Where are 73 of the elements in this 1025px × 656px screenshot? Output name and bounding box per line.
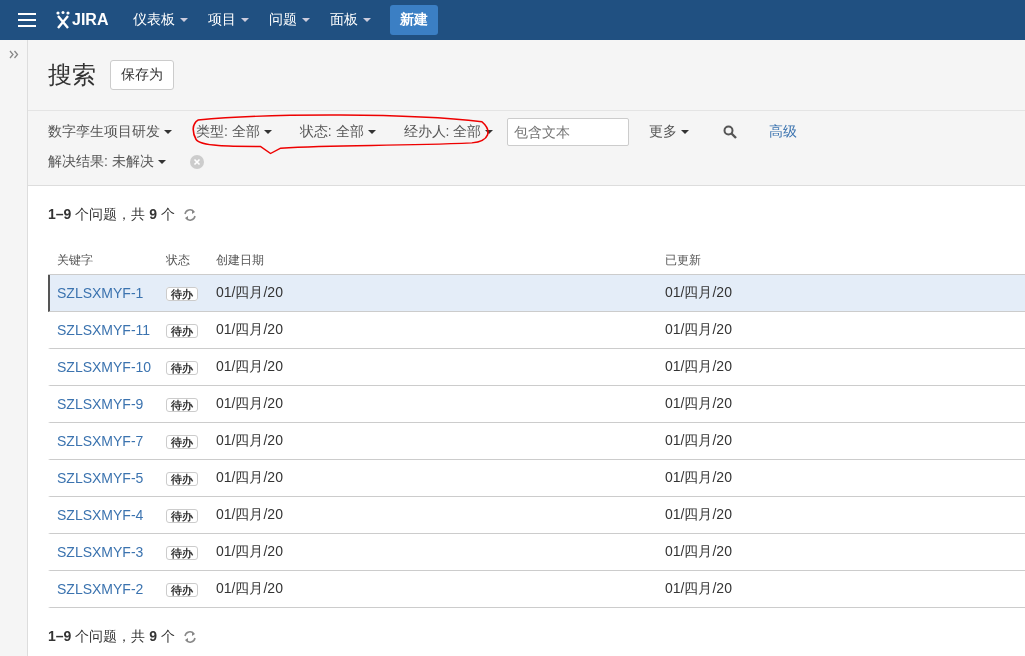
text-search-field[interactable]: 包含文本 [507,118,630,146]
table-cell-text: 01/四月/20 [216,506,284,524]
nav-menu[interactable]: 仪表板 [126,11,196,29]
table-row[interactable]: SZLSXMYF-10 待办 01/四月/20 01/四月/20 [48,349,1025,386]
issue-key-link[interactable]: SZLSXMYF-4 [50,507,166,523]
issue-count: 1–9 个问题，共 9 个 [48,628,175,646]
search-icon[interactable] [723,125,738,139]
table-cell-text: 01/四月/20 [216,284,284,302]
status-lozenge: 待办 [166,286,198,301]
advanced-link[interactable]: 高级 [769,123,798,141]
status-lozenge: 待办 [166,397,198,412]
table-cell-text: 01/四月/20 [216,580,284,598]
column-header[interactable]: 创建日期 [216,251,665,269]
expand-sidebar-icon[interactable] [8,50,19,59]
table-cell-text: 01/四月/20 [665,321,733,339]
status-lozenge: 待办 [166,323,198,338]
status-lozenge: 待办 [166,471,198,486]
table-cell-text: 01/四月/20 [216,543,284,561]
table-row[interactable]: SZLSXMYF-11 待办 01/四月/20 01/四月/20 [48,312,1025,349]
filter-dropdown[interactable]: 类型: 全部 [196,123,272,141]
page-title: 搜索 [48,60,96,90]
issue-key-link[interactable]: SZLSXMYF-10 [50,359,166,375]
logo-text[interactable]: JIRA [72,11,109,29]
status-lozenge: 待办 [166,360,198,375]
create-button[interactable]: 新建 [390,5,439,35]
table-cell-text: 01/四月/20 [216,469,284,487]
table-cell-text: 01/四月/20 [665,506,733,524]
column-header[interactable]: 已更新 [665,251,1025,269]
issue-key-link[interactable]: SZLSXMYF-3 [50,544,166,560]
table-row[interactable]: SZLSXMYF-4 待办 01/四月/20 01/四月/20 [48,497,1025,534]
issue-key-link[interactable]: SZLSXMYF-7 [50,433,166,449]
filter-dropdown[interactable]: 数字孪生项目研发 [48,123,172,141]
table-row[interactable]: SZLSXMYF-5 待办 01/四月/20 01/四月/20 [48,460,1025,497]
table-row[interactable]: SZLSXMYF-2 待办 01/四月/20 01/四月/20 [48,571,1025,608]
table-cell-text: 01/四月/20 [665,395,733,413]
logo-icon [56,11,70,29]
table-cell-text: 01/四月/20 [216,358,284,376]
menu-icon[interactable] [18,13,36,27]
issue-key-link[interactable]: SZLSXMYF-1 [50,285,166,301]
filter-dropdown[interactable]: 经办人: 全部 [403,123,494,141]
status-lozenge: 待办 [166,508,198,523]
save-as-button[interactable]: 保存为 [110,60,174,90]
more-dropdown[interactable]: 更多 [649,123,690,141]
table-cell-text: 01/四月/20 [665,284,733,302]
issue-key-link[interactable]: SZLSXMYF-11 [50,322,166,338]
table-row[interactable]: SZLSXMYF-9 待办 01/四月/20 01/四月/20 [48,386,1025,423]
nav-menu[interactable]: 面板 [323,11,379,29]
filter-dropdown[interactable]: 解决结果: 未解决 [48,153,166,171]
table-cell-text: 01/四月/20 [665,469,733,487]
filter-dropdown[interactable]: 状态: 全部 [299,123,376,141]
refresh-icon[interactable] [182,208,197,222]
table-cell-text: 01/四月/20 [216,395,284,413]
column-header[interactable]: 关键字 [48,251,166,269]
status-lozenge: 待办 [166,434,198,449]
issue-count: 1–9 个问题，共 9 个 [48,206,175,224]
status-lozenge: 待办 [166,582,198,597]
issue-key-link[interactable]: SZLSXMYF-5 [50,470,166,486]
issue-key-link[interactable]: SZLSXMYF-9 [50,396,166,412]
table-row[interactable]: SZLSXMYF-3 待办 01/四月/20 01/四月/20 [48,534,1025,571]
table-cell-text: 01/四月/20 [665,543,733,561]
table-row[interactable]: SZLSXMYF-7 待办 01/四月/20 01/四月/20 [48,423,1025,460]
table-cell-text: 01/四月/20 [216,321,284,339]
table-row[interactable]: SZLSXMYF-1 待办 01/四月/20 01/四月/20 [48,275,1025,312]
nav-menu[interactable]: 问题 [262,11,318,29]
refresh-icon[interactable] [182,630,197,644]
table-cell-text: 01/四月/20 [665,432,733,450]
table-cell-text: 01/四月/20 [216,432,284,450]
status-lozenge: 待办 [166,545,198,560]
column-header[interactable]: 状态 [166,251,216,269]
table-cell-text: 01/四月/20 [665,358,733,376]
nav-menu[interactable]: 项目 [201,11,257,29]
table-cell-text: 01/四月/20 [665,580,733,598]
issue-key-link[interactable]: SZLSXMYF-2 [50,581,166,597]
